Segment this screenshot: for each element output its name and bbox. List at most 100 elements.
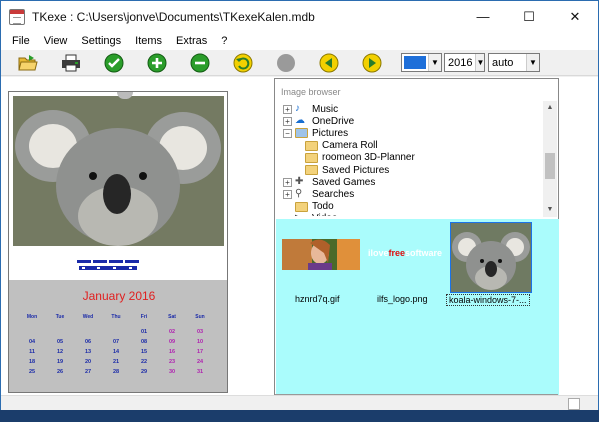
folder-icon [305, 152, 318, 163]
tree-item[interactable]: Camera Roll [305, 140, 378, 152]
calendar-day[interactable]: 15 [133, 349, 155, 355]
mode-value: auto [492, 56, 514, 69]
calendar-day[interactable]: 10 [189, 339, 211, 345]
thumbnail-image [282, 239, 360, 270]
calendar-day[interactable]: 21 [105, 359, 127, 365]
expand-icon[interactable]: + [283, 104, 292, 114]
calendar-day[interactable]: 28 [105, 369, 127, 375]
calendar-day[interactable]: 03 [189, 329, 211, 335]
tree-item-label: Video [312, 213, 337, 216]
chevron-down-icon[interactable]: ▼ [543, 203, 557, 217]
menu-extras[interactable]: Extras [169, 35, 214, 47]
expand-icon[interactable]: + [283, 189, 292, 199]
folder-icon [305, 165, 318, 175]
calendar-day[interactable]: 08 [133, 339, 155, 345]
year-value: 2016 [448, 56, 473, 69]
calendar-day[interactable]: 04 [21, 339, 43, 345]
calendar-day[interactable]: 14 [105, 349, 127, 355]
menu-items[interactable]: Items [128, 35, 169, 47]
calendar-day[interactable]: 09 [161, 339, 183, 345]
tree-item[interactable]: + ⚲ Searches [283, 188, 354, 200]
maximize-button[interactable]: ☐ [506, 1, 552, 32]
tree-item-label: Saved Games [312, 176, 376, 188]
tree-item[interactable]: − Pictures [283, 127, 348, 139]
close-button[interactable]: ✕ [552, 1, 598, 32]
calendar-day[interactable]: 19 [49, 359, 71, 365]
calendar-day[interactable]: 27 [77, 369, 99, 375]
tree-item[interactable]: Todo [283, 201, 334, 213]
tree-item[interactable]: ▶ Video [283, 213, 337, 216]
calendar-day[interactable]: 31 [189, 369, 211, 375]
chevron-down-icon: ▼ [428, 54, 441, 71]
window-title: TKexe : C:\Users\jonve\Documents\TKexeKa… [32, 9, 315, 24]
minimize-button[interactable]: — [460, 1, 506, 32]
thumbnail-caption: hznrd7q.gif [295, 294, 340, 304]
calendar-day[interactable]: 24 [189, 359, 211, 365]
print-button[interactable] [60, 52, 82, 74]
weekday-label: Wed [82, 314, 94, 320]
collapse-icon[interactable]: − [283, 128, 292, 138]
prev-icon [319, 53, 339, 72]
selected-thumbnail-frame[interactable] [450, 222, 532, 293]
calendar-day[interactable]: 02 [161, 329, 183, 335]
thumbnail-panel: hznrd7q.gif ilovefreesoftware ilfs_logo.… [276, 219, 559, 395]
calendar-day[interactable]: 23 [161, 359, 183, 365]
tree-item[interactable]: Saved Pictures [305, 164, 389, 176]
calendar-page[interactable]: January 2016 Mon Tue Wed Thu Fri Sat Sun 01 02 0… [8, 91, 228, 393]
next-button[interactable] [361, 52, 383, 74]
calendar-day[interactable]: 06 [77, 339, 99, 345]
stop-button[interactable] [275, 52, 297, 74]
expand-icon[interactable]: + [283, 177, 292, 187]
calendar-day[interactable]: 12 [49, 349, 71, 355]
tree-item[interactable]: roomeon 3D-Planner [305, 152, 415, 164]
calendar-day[interactable]: 25 [21, 369, 43, 375]
search-icon: ⚲ [295, 188, 303, 200]
open-button[interactable] [17, 52, 39, 74]
calendar-day[interactable]: 13 [77, 349, 99, 355]
calendar-day[interactable]: 22 [133, 359, 155, 365]
scroll-thumb[interactable] [545, 153, 555, 179]
calendar-day[interactable]: 20 [77, 359, 99, 365]
calendar-day[interactable]: 26 [49, 369, 71, 375]
ilfs-logo: ilovefreesoftware [368, 248, 443, 258]
calendar-day[interactable]: 01 [133, 329, 155, 335]
confirm-button[interactable] [103, 52, 125, 74]
minus-icon [190, 53, 210, 72]
calendar-grid: January 2016 Mon Tue Wed Thu Fri Sat Sun 01 02 0… [9, 280, 227, 392]
add-button[interactable] [146, 52, 168, 74]
calendar-day[interactable]: 30 [161, 369, 183, 375]
tree-item[interactable]: + ✚ Saved Games [283, 176, 375, 188]
calendar-day[interactable]: 29 [133, 369, 155, 375]
chevron-down-icon: ▼ [475, 54, 485, 71]
menu-file[interactable]: File [5, 35, 37, 47]
koala-photo [13, 96, 224, 246]
horizontal-scrollbar[interactable] [1, 395, 598, 411]
weekday-label: Thu [111, 314, 121, 320]
tree-item[interactable]: + ♪ Music [283, 103, 338, 115]
calendar-day[interactable]: 05 [49, 339, 71, 345]
menu-settings[interactable]: Settings [74, 35, 128, 47]
calendar-day[interactable]: 18 [21, 359, 43, 365]
calendar-day[interactable]: 11 [21, 349, 43, 355]
music-icon: ♪ [295, 103, 300, 114]
size-grip[interactable] [568, 398, 580, 410]
expand-icon[interactable]: + [283, 116, 292, 126]
tree-item-label: Searches [312, 188, 355, 200]
chevron-up-icon[interactable]: ▲ [543, 101, 557, 115]
menu-help[interactable]: ? [214, 35, 234, 47]
month-select[interactable]: 1 ▼ [401, 53, 442, 72]
previous-button[interactable] [318, 52, 340, 74]
undo-button[interactable] [232, 52, 254, 74]
tree-scrollbar[interactable]: ▲ ▼ [543, 101, 557, 217]
calendar-day[interactable]: 07 [105, 339, 127, 345]
calendar-day[interactable]: 16 [161, 349, 183, 355]
calendar-day[interactable]: 17 [189, 349, 211, 355]
chevron-down-icon: ▼ [526, 54, 539, 71]
tree-item[interactable]: + ☁ OneDrive [283, 115, 354, 127]
menu-view[interactable]: View [37, 35, 75, 47]
plus-icon [147, 53, 167, 72]
mode-select[interactable]: auto ▼ [488, 53, 540, 72]
remove-button[interactable] [189, 52, 211, 74]
year-select[interactable]: 2016 ▼ [444, 53, 485, 72]
tree-item-label: Music [312, 103, 339, 115]
